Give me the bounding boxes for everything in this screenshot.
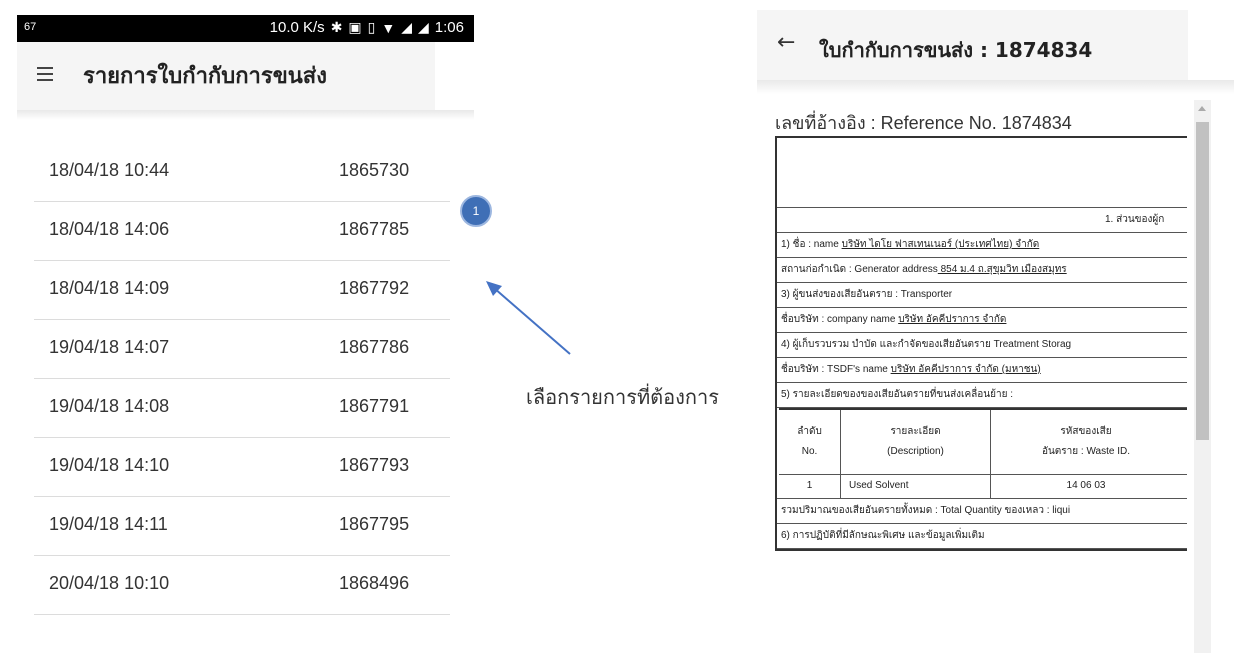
- cell-waste-id: 14 06 03: [1066, 480, 1106, 491]
- item-date: 19/04/18 14:07: [49, 337, 170, 357]
- list-item[interactable]: 18/04/18 14:09 1867792: [34, 261, 450, 320]
- item-number: 1867793: [339, 455, 410, 475]
- page-title: รายการใบกำกับการขนส่ง: [83, 64, 327, 89]
- name-label: 1) ชื่อ : name: [781, 239, 842, 250]
- tsdf-name-value: บริษัท อัคคีปราการ จำกัด (มหาชน): [890, 364, 1041, 375]
- list-item[interactable]: 19/04/18 14:08 1867791: [34, 379, 450, 438]
- col-no-header: ลำดับ No.: [779, 410, 841, 474]
- wifi-icon: ▼: [381, 19, 396, 36]
- clock: 1:06: [434, 19, 464, 36]
- detail-title: ใบกำกับการขนส่ง : 1874834: [819, 38, 1093, 62]
- manifest-list: 18/04/18 10:44 1865730 18/04/18 14:06 18…: [34, 143, 450, 615]
- item-date: 18/04/18 14:09: [49, 278, 170, 298]
- scroll-up-arrow-icon[interactable]: [1198, 106, 1206, 111]
- list-item[interactable]: 18/04/18 10:44 1865730: [34, 143, 450, 202]
- reference-number: เลขที่อ้างอิง : Reference No. 1874834: [775, 113, 1072, 133]
- cell-no: 1: [779, 475, 841, 498]
- cell-description: Used Solvent: [841, 475, 991, 498]
- tsdf-name-label: ชื่อบริษัท : TSDF's name: [781, 364, 891, 375]
- company-value: บริษัท อัคคีปราการ จำกัด: [898, 314, 1007, 325]
- list-item[interactable]: 20/04/18 10:10 1868496: [34, 556, 450, 615]
- col-no-th: ลำดับ: [797, 426, 822, 437]
- list-item[interactable]: 18/04/18 14:06 1867785: [34, 202, 450, 261]
- col-id-header: รหัสของเสีย อันตราย : Waste ID.: [991, 410, 1181, 474]
- signal-icon-2: ◢: [418, 19, 429, 35]
- item-date: 20/04/18 10:10: [49, 573, 170, 593]
- item-number: 1867786: [339, 337, 410, 357]
- tsdf-label: 4) ผู้เก็บรวบรวม บำบัด และกำจัดของเสียอั…: [781, 339, 1072, 350]
- special-label: 6) การปฏิบัติที่มีลักษณะพิเศษ และข้อมูลเ…: [781, 530, 985, 541]
- special-row: 6) การปฏิบัติที่มีลักษณะพิเศษ และข้อมูลเ…: [777, 524, 1187, 549]
- document-scrollbar[interactable]: [1194, 100, 1211, 653]
- signal-icon: ◢: [401, 19, 413, 35]
- company-label: ชื่อบริษัท : company name: [781, 314, 899, 325]
- waste-table: ลำดับ No. รายละเอียด (Description) รหัสข…: [779, 408, 1187, 498]
- vibrate-icon: ▯: [367, 19, 376, 35]
- col-id-th: รหัสของเสีย: [1060, 426, 1112, 437]
- item-date: 19/04/18 14:08: [49, 396, 170, 416]
- waste-table-row: ลำดับ No. รายละเอียด (Description) รหัสข…: [777, 408, 1187, 499]
- tsdf-row: 4) ผู้เก็บรวบรวม บำบัด และกำจัดของเสียอั…: [777, 333, 1187, 358]
- annotation-caption: เลือกรายการที่ต้องการ: [526, 385, 720, 409]
- back-arrow-icon[interactable]: ←: [777, 30, 795, 55]
- item-number: 1868496: [339, 573, 410, 593]
- table-row: 1 Used Solvent 14 06 03: [779, 474, 1187, 498]
- list-item[interactable]: 19/04/18 14:11 1867795: [34, 497, 450, 556]
- col-desc-en: (Description): [887, 446, 944, 457]
- col-desc-header: รายละเอียด (Description): [841, 410, 991, 474]
- details-row: 5) รายละเอียดของของเสียอันตรายที่ขนส่งเค…: [777, 383, 1187, 408]
- transporter-label: 3) ผู้ขนส่งของเสียอันตราย : Transporter: [781, 289, 953, 300]
- col-id-en: อันตราย : Waste ID.: [1041, 446, 1131, 457]
- generator-address-row: สถานก่อกำเนิด : Generator address 854 ม.…: [777, 258, 1187, 283]
- pointer-arrow-icon: [486, 281, 571, 355]
- waste-table-header: ลำดับ No. รายละเอียด (Description) รหัสข…: [779, 410, 1187, 474]
- section-header-row: 1. ส่วนของผู้ก: [777, 208, 1187, 233]
- item-date: 18/04/18 10:44: [49, 160, 170, 180]
- status-icons: 10.0 K/s ✱ ▣ ▯ ▼ ◢ ◢ 1:06: [270, 19, 464, 36]
- address-value: 854 ม.4 ถ.สุขุมวิท เมืองสมุทร: [937, 264, 1067, 275]
- app-bar-shadow: [17, 110, 474, 120]
- manifest-form: 1. ส่วนของผู้ก 1) ชื่อ : name บริษัท ไดโ…: [775, 136, 1187, 551]
- app-bar: รายการใบกำกับการขนส่ง: [17, 42, 435, 110]
- item-number: 1867792: [339, 278, 410, 298]
- name-value: บริษัท ไดโย ฟาสเทนเนอร์ (ประเทศไทย) จำกั…: [841, 239, 1040, 250]
- item-number: 1867785: [339, 219, 410, 239]
- status-bar: 67 10.0 K/s ✱ ▣ ▯ ▼ ◢ ◢ 1:06: [17, 15, 474, 42]
- signal-number: 67: [24, 21, 37, 33]
- item-date: 19/04/18 14:10: [49, 455, 170, 475]
- col-no-en: No.: [801, 446, 818, 457]
- scroll-thumb[interactable]: [1196, 122, 1209, 440]
- network-speed: 10.0 K/s: [269, 19, 325, 36]
- details-label: 5) รายละเอียดของของเสียอันตรายที่ขนส่งเค…: [781, 389, 1014, 400]
- generator-name-row: 1) ชื่อ : name บริษัท ไดโย ฟาสเทนเนอร์ (…: [777, 233, 1187, 258]
- company-row: ชื่อบริษัท : company name บริษัท อัคคีปร…: [777, 308, 1187, 333]
- item-date: 18/04/18 14:06: [49, 219, 170, 239]
- list-item[interactable]: 19/04/18 14:07 1867786: [34, 320, 450, 379]
- step-badge: 1: [460, 195, 492, 227]
- address-label: สถานก่อกำเนิด : Generator address: [781, 264, 938, 275]
- detail-app-bar: ← ใบกำกับการขนส่ง : 1874834: [757, 10, 1188, 80]
- transporter-row: 3) ผู้ขนส่งของเสียอันตราย : Transporter: [777, 283, 1187, 308]
- tsdf-name-row: ชื่อบริษัท : TSDF's name บริษัท อัคคีปรา…: [777, 358, 1187, 383]
- blank-header-cell: [777, 138, 1187, 208]
- col-desc-th: รายละเอียด: [890, 426, 941, 437]
- section-header: 1. ส่วนของผู้ก: [1105, 214, 1165, 225]
- item-number: 1867791: [339, 396, 410, 416]
- manifest-document: เลขที่อ้างอิง : Reference No. 1874834 1.…: [772, 100, 1187, 653]
- total-quantity-row: รวมปริมาณของเสียอันตรายทั้งหมด : Total Q…: [777, 499, 1187, 524]
- hamburger-menu-icon[interactable]: [37, 67, 53, 81]
- total-label: รวมปริมาณของเสียอันตรายทั้งหมด : Total Q…: [781, 505, 1071, 516]
- list-item[interactable]: 19/04/18 14:10 1867793: [34, 438, 450, 497]
- detail-app-bar-shadow: [757, 80, 1234, 94]
- bluetooth-icon: ✱: [330, 19, 343, 35]
- nfc-icon: ▣: [348, 19, 362, 35]
- item-number: 1865730: [339, 160, 410, 180]
- item-number: 1867795: [339, 514, 410, 534]
- item-date: 19/04/18 14:11: [49, 514, 168, 534]
